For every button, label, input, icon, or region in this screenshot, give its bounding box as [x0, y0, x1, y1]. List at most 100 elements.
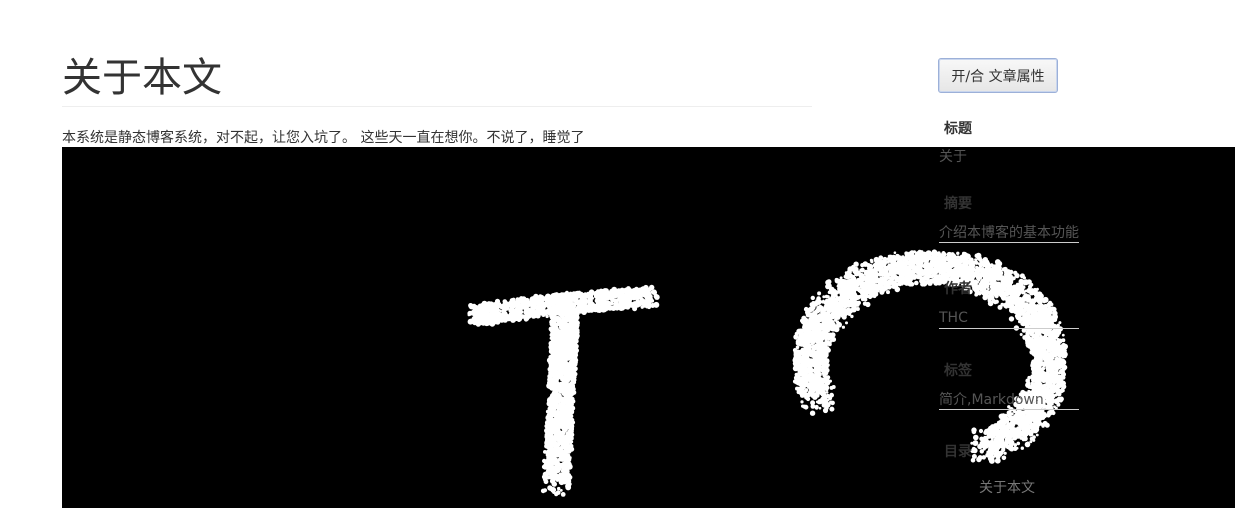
particle-dot [973, 434, 979, 441]
particle-dot [555, 430, 561, 436]
particle-dot [562, 333, 569, 340]
particle-dot [560, 437, 566, 444]
particle-dot [1029, 440, 1033, 444]
particle-dot [558, 301, 562, 304]
particle-dot [549, 377, 555, 383]
particle-dot [561, 466, 568, 473]
particle-dot [523, 309, 529, 315]
particle-dot [551, 441, 555, 445]
particle-dot [1061, 333, 1065, 337]
particle-dot [556, 409, 560, 413]
particle-dot [565, 443, 570, 447]
particle-dot [545, 453, 549, 457]
particle-dot [1001, 455, 1007, 461]
particle-dot [557, 420, 563, 426]
particle-dot [482, 320, 487, 326]
particle-dot [566, 460, 571, 465]
particle-dot [554, 350, 559, 355]
particle-dot [845, 321, 848, 325]
particle-dot [555, 490, 561, 495]
particle-dot [1003, 451, 1007, 455]
particle-dot [501, 311, 507, 316]
particle-dot [558, 325, 563, 330]
particle-dot [561, 322, 567, 327]
intro-text: 本系统是静态博客系统，对不起，让您入坑了。 这些天一直在想你。不说了，睡觉了 [62, 130, 585, 146]
particle-dot [616, 304, 621, 309]
particle-dot [801, 342, 806, 347]
particle-dot [478, 312, 482, 317]
particle-dot [1048, 382, 1052, 386]
particle-dot [571, 303, 577, 309]
particle-dot [829, 406, 835, 412]
particle-dot [533, 310, 536, 313]
letter-t-particles [467, 284, 660, 497]
particle-dot [815, 406, 819, 410]
particle-dot [578, 306, 583, 311]
particle-dot [595, 296, 601, 302]
particle-dot [596, 291, 602, 298]
particle-dot [624, 306, 628, 310]
particle-dot [553, 433, 557, 437]
particle-dot [491, 318, 495, 321]
particle-dot [553, 468, 558, 473]
particle-dot [564, 448, 569, 453]
particle-dot [566, 329, 570, 332]
particle-dot [631, 303, 638, 309]
particle-dot [560, 383, 566, 389]
particle-dot [563, 343, 568, 348]
particle-dot [553, 310, 557, 315]
particle-dot [642, 287, 646, 291]
particle-dot [483, 309, 487, 313]
particle-dot [523, 315, 530, 322]
particle-dot [568, 291, 573, 295]
particle-dot [573, 292, 577, 296]
particle-dot [588, 308, 593, 313]
particle-dot [550, 335, 556, 341]
particle-dot [514, 309, 518, 312]
particle-dot [559, 297, 563, 301]
particle-dot [557, 486, 561, 491]
particle-dot [562, 296, 566, 300]
particle-dot [1022, 276, 1026, 280]
particle-dot [570, 385, 574, 389]
particle-dot [550, 322, 555, 326]
particle-dot [544, 299, 548, 303]
particle-dot [866, 286, 870, 290]
particle-dot [817, 291, 822, 296]
particle-dot [499, 317, 505, 323]
particle-dot [549, 346, 553, 351]
particle-dot [561, 426, 568, 433]
particle-dot [978, 428, 984, 434]
particle-dot [565, 484, 572, 491]
particle-dot [538, 310, 544, 316]
particle-dot [574, 314, 579, 319]
particle-dot [571, 330, 575, 333]
particle-dot [555, 398, 561, 404]
particle-dot [508, 316, 512, 321]
particle-dot [618, 288, 624, 293]
particle-dot [556, 345, 561, 349]
particle-dot [542, 488, 548, 493]
particle-dot [545, 293, 551, 299]
particle-dot [547, 470, 553, 476]
particle-dot [532, 305, 537, 310]
particle-dot [549, 400, 555, 407]
particle-dot [493, 301, 499, 307]
particle-dot [468, 303, 474, 308]
particle-dot [648, 293, 652, 298]
particle-dot [569, 349, 574, 354]
particle-dot [555, 324, 558, 327]
particle-dot [546, 458, 552, 464]
particle-dot [587, 295, 590, 298]
particle-dot [553, 405, 558, 409]
particle-dot [568, 398, 575, 405]
particle-dot [570, 340, 576, 346]
particle-dot [487, 315, 492, 319]
particle-dot [557, 372, 562, 377]
particle-dot [569, 310, 575, 316]
particle-dot [545, 422, 551, 428]
particle-dot [559, 353, 563, 357]
particle-dot [487, 305, 492, 311]
particle-dot [503, 303, 509, 309]
particle-dot [562, 354, 568, 361]
